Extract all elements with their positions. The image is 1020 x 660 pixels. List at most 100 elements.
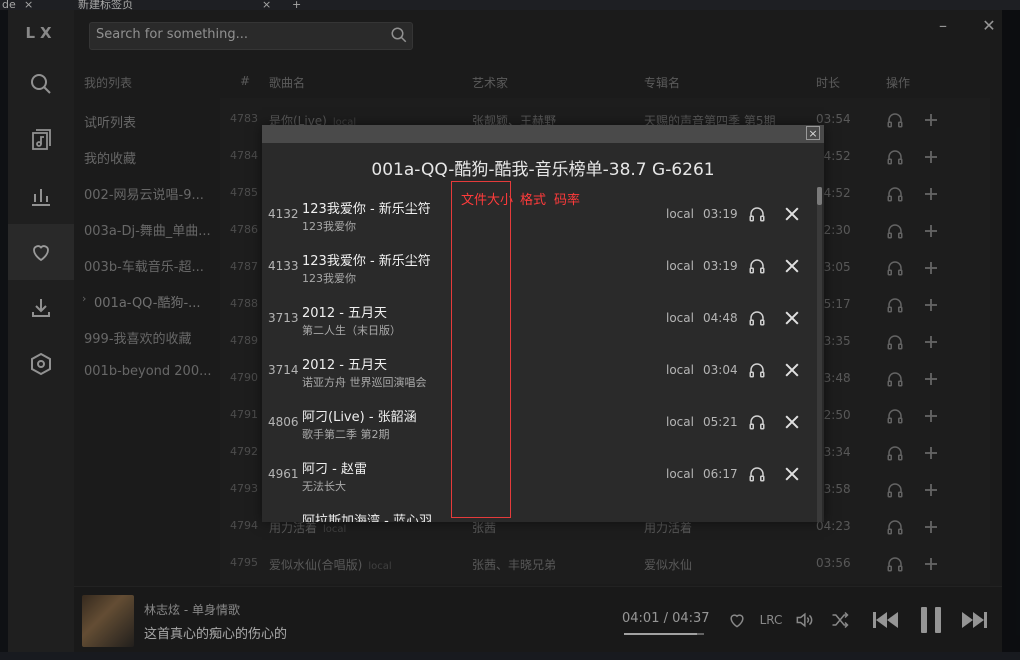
listen-button[interactable] [748,465,768,485]
list-item[interactable]: 001b-beyond 200... [84,364,212,379]
album-cover[interactable] [82,595,134,647]
headphones-icon[interactable] [886,259,904,277]
modal-row-title[interactable]: 阿拉斯加海湾 - 蓝心羽 [302,510,432,522]
listen-button[interactable] [748,205,768,225]
modal-row-title[interactable]: 阿刁(Live) - 张韶涵 [302,406,417,425]
headphones-icon[interactable] [886,185,904,203]
headphones-icon[interactable] [886,333,904,351]
now-playing-title[interactable]: 林志炫 - 单身情歌 [144,601,240,618]
headphones-icon[interactable] [886,222,904,240]
os-new-tab-icon[interactable]: + [292,0,301,10]
close-window-button[interactable]: ✕ [979,16,999,36]
previous-button[interactable] [870,607,900,633]
os-tab-1[interactable]: de [2,0,16,10]
remove-button[interactable] [782,360,802,380]
modal-row-duration: 03:19 [703,259,738,273]
modal-row-title[interactable]: 123我爱你 - 新乐尘符 [302,250,431,269]
listen-button[interactable] [748,413,768,433]
minimize-button[interactable]: – [933,16,953,36]
pause-icon [921,607,941,633]
add-icon[interactable] [922,111,940,129]
add-icon[interactable] [922,148,940,166]
add-icon[interactable] [922,333,940,351]
modal-row-title[interactable]: 123我爱你 - 新乐尘符 [302,198,431,217]
remove-button[interactable] [782,464,802,484]
headphones-icon[interactable] [886,481,904,499]
os-left-edge [0,10,8,660]
pause-button[interactable] [916,607,946,633]
modal-row-title[interactable]: 阿刁 - 赵雷 [302,458,367,477]
list-item[interactable]: 试听列表 [84,112,212,131]
listen-button[interactable] [748,361,768,381]
row-song-name[interactable]: 爱似水仙(合唱版) local [269,556,392,573]
list-item[interactable]: 002-网易云说唱-9... [84,184,212,203]
add-icon[interactable] [922,518,940,536]
favorite-button[interactable] [726,607,748,633]
remove-button[interactable] [782,204,802,224]
nav-charts[interactable] [8,168,74,224]
listen-button[interactable] [748,309,768,329]
col-header-artist: 艺术家 [472,76,509,90]
headphones-icon[interactable] [886,111,904,129]
headphones-icon[interactable] [886,407,904,425]
row-duration: 03:56 [816,556,851,570]
row-number: 4790 [230,371,258,384]
add-icon[interactable] [922,555,940,573]
add-icon[interactable] [922,370,940,388]
list-item-active[interactable]: 001a-QQ-酷狗-... [94,292,210,311]
listen-button[interactable] [748,257,768,277]
headphones-icon[interactable] [886,518,904,536]
nav-my-list[interactable] [8,224,74,280]
nav-download[interactable] [8,280,74,336]
list-item[interactable]: 003a-Dj-舞曲_单曲... [84,220,212,239]
list-item[interactable]: 003b-车载音乐-超... [84,256,212,275]
lrc-button[interactable]: LRC [758,607,784,633]
nav-search[interactable] [8,56,74,112]
add-icon[interactable] [922,259,940,277]
next-button[interactable] [960,607,990,633]
list-item[interactable]: 999-我喜欢的收藏 [84,328,212,347]
headphones-icon [749,207,765,222]
remove-button[interactable] [782,412,802,432]
list-item[interactable]: 我的收藏 [84,148,212,167]
search-input[interactable]: Search for something... [96,27,248,42]
headphones-icon[interactable] [886,370,904,388]
modal-row-album: 123我爱你 [302,272,356,285]
nav-settings[interactable] [8,336,74,392]
remove-button[interactable] [782,256,802,276]
modal-scrollbar[interactable] [817,187,822,522]
shuffle-button[interactable] [828,607,852,633]
os-tab-2[interactable]: 新建标签页 [78,0,133,10]
search-icon[interactable] [390,26,408,44]
headphones-icon[interactable] [886,296,904,314]
modal-close-button[interactable]: × [806,126,820,140]
heart-icon [33,245,49,262]
headphones-icon[interactable] [886,444,904,462]
add-icon[interactable] [922,444,940,462]
modal-row-album: 诺亚方舟 世界巡回演唱会 [302,376,427,389]
current-lyric: 这首真心的痴心的伤心的 [144,627,288,642]
close-icon [785,207,799,221]
modal-row-title[interactable]: 2012 - 五月天 [302,302,387,321]
add-icon[interactable] [922,222,940,240]
headphones-icon[interactable] [886,555,904,573]
remove-button[interactable] [782,308,802,328]
nav-songlist[interactable] [8,112,74,168]
modal-scrollbar-thumb[interactable] [817,187,822,205]
os-tab-close-icon[interactable]: × [24,0,34,10]
headphones-icon[interactable] [886,148,904,166]
add-icon[interactable] [922,296,940,314]
annotation-bitrate: 码率 [554,193,581,208]
music-list-icon [32,129,51,150]
search-box[interactable]: Search for something... [89,22,413,50]
os-bottom-edge [0,652,1020,660]
volume-button[interactable] [792,607,816,633]
progress-bar[interactable] [624,633,704,635]
row-number: 4794 [230,519,258,532]
close-icon [785,311,799,325]
add-icon[interactable] [922,407,940,425]
os-tab-close-icon[interactable]: × [262,0,271,10]
add-icon[interactable] [922,481,940,499]
modal-row-title[interactable]: 2012 - 五月天 [302,354,387,373]
add-icon[interactable] [922,185,940,203]
